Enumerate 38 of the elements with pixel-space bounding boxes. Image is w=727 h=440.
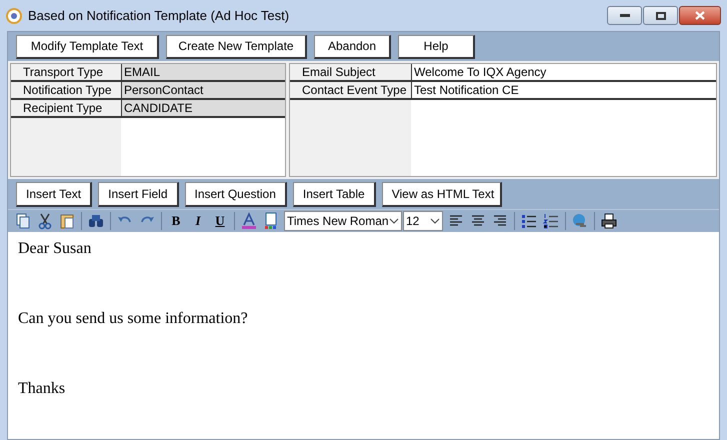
copy-icon[interactable] [14,212,32,230]
print-icon[interactable] [600,212,618,230]
font-color-icon[interactable] [240,212,258,230]
paragraph: Dear Susan [18,240,92,258]
chevron-icon [430,218,440,224]
maximize-button[interactable] [643,6,678,25]
editor-button[interactable]: Insert Field [98,182,178,206]
toolbar-button[interactable]: Help [398,34,475,58]
paragraph: Thanks [18,380,66,398]
editor-button[interactable]: Insert Question [184,182,287,206]
italic-button[interactable]: I [189,212,207,230]
close-icon [695,11,705,20]
binoculars-icon[interactable] [87,212,105,230]
size-dropdown[interactable]: 12 [403,211,443,231]
editor-button[interactable]: View as HTML Text [382,182,502,206]
bold-button[interactable]: B [167,212,185,230]
underline-button[interactable]: U [211,212,229,230]
clipboard-icon[interactable] [58,212,76,230]
toolbar-button[interactable]: Create New Template [166,34,307,58]
toolbar-button[interactable]: Modify Template Text [16,34,159,58]
close-button[interactable] [679,6,721,25]
font-dropdown[interactable]: Times New Roman [284,211,402,231]
paragraph: Can you send us some information? [18,310,249,328]
window-title: Based on Notification Template (Ad Hoc Test) [28,6,290,25]
field-value: PersonContact [121,82,285,100]
field-value: EMAIL [121,64,285,82]
minimize-button[interactable] [607,6,642,25]
bullet-list-icon[interactable] [520,212,538,230]
field-value: Test Notification CE [411,82,716,100]
scissors-icon[interactable] [36,212,54,230]
chevron-icon [389,218,399,224]
numbered-list-icon[interactable] [542,212,560,230]
field-value: Welcome To IQX Agency [411,64,716,82]
app-logo-icon [6,8,22,24]
editor-button[interactable]: Insert Text [16,182,92,206]
editor-button[interactable]: Insert Table [292,182,376,206]
field-value: CANDIDATE [121,100,285,118]
toolbar-button[interactable]: Abandon [314,34,391,58]
